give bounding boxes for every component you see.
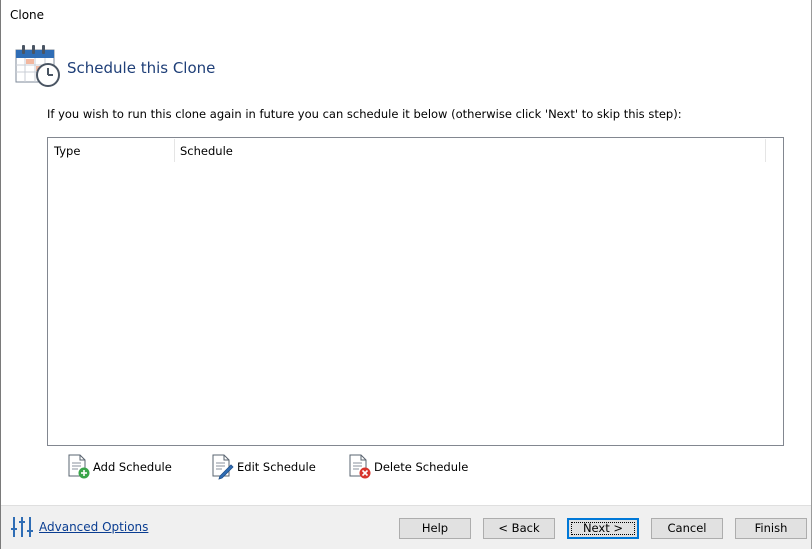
sliders-icon[interactable] [10, 516, 34, 538]
add-schedule-button[interactable]: Add Schedule [67, 454, 172, 480]
delete-schedule-button[interactable]: Delete Schedule [348, 454, 468, 480]
instruction-text: If you wish to run this clone again in f… [47, 107, 682, 121]
delete-schedule-label: Delete Schedule [374, 460, 469, 474]
column-separator[interactable] [765, 139, 766, 162]
next-button-label: Next > [582, 521, 624, 535]
page-heading: Schedule this Clone [67, 59, 216, 77]
edit-schedule-button[interactable]: Edit Schedule [211, 454, 316, 480]
cancel-button[interactable]: Cancel [651, 518, 723, 539]
back-button[interactable]: < Back [483, 518, 555, 539]
add-schedule-icon [67, 454, 91, 480]
clone-wizard-window: Clone Schedule this Clone If you wish to… [0, 0, 812, 549]
title-bar[interactable]: Clone [1, 0, 811, 32]
column-header-type[interactable]: Type [48, 138, 174, 163]
help-button[interactable]: Help [399, 518, 471, 539]
delete-schedule-icon [348, 454, 372, 480]
window-title: Clone [10, 8, 45, 22]
add-schedule-label: Add Schedule [93, 460, 172, 474]
schedule-list[interactable]: Type Schedule [47, 137, 784, 446]
edit-schedule-label: Edit Schedule [237, 460, 316, 474]
advanced-options-link[interactable]: Advanced Options [39, 520, 148, 534]
finish-button[interactable]: Finish [735, 518, 807, 539]
column-header-schedule[interactable]: Schedule [174, 138, 765, 163]
calendar-clock-icon [15, 44, 61, 88]
schedule-list-header: Type Schedule [48, 138, 783, 163]
next-button[interactable]: Next > [567, 518, 639, 539]
wizard-footer: Advanced Options Help < Back Next > Canc… [1, 505, 811, 549]
edit-schedule-icon [211, 454, 235, 480]
